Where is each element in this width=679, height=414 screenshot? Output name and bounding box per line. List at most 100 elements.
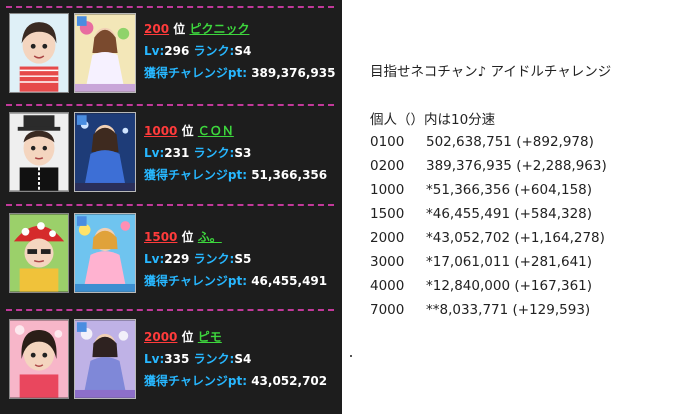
idol-card[interactable] [74,213,136,293]
border-points: *51,366,356 [426,182,511,198]
entry-info: 1500 位 ふ。 Lv:229 ランク:S5 獲得チャレンジpt: 46,45… [144,226,327,292]
rank-number[interactable]: 200 [144,22,169,36]
producer-avatar[interactable] [9,13,69,93]
rank-suffix: 位 [173,22,186,36]
points-value: 43,052,702 [251,374,328,388]
rank-class-label: ランク: [193,252,235,266]
points-label: 獲得チャレンジpt: [144,374,248,388]
border-points: **8,033,771 [426,302,509,318]
divider [6,204,334,206]
divider [6,104,334,106]
entry-info: 200 位 ピクニック Lv:296 ランク:S4 獲得チャレンジpt: 389… [144,18,335,84]
border-rank: 4000 [370,278,405,294]
level-label: Lv: [144,146,165,160]
level-label: Lv: [144,44,165,58]
level-value: 229 [164,252,190,266]
border-rank: 0200 [370,158,405,174]
producer-name-link[interactable]: ピモ [198,330,222,344]
border-delta: (+1,164,278) [514,230,605,246]
border-row: 1000 *51,366,356 (+604,158) [370,182,592,198]
border-rank: 1500 [370,206,405,222]
idol-card[interactable] [74,319,136,399]
border-points: 389,376,935 [426,158,512,174]
producer-avatar-icon [10,14,68,92]
rank-class-label: ランク: [193,44,235,58]
ranking-entry: 1500 位 ふ。 Lv:229 ランク:S5 獲得チャレンジpt: 46,45… [0,211,342,307]
entry-info: 2000 位 ピモ Lv:335 ランク:S4 獲得チャレンジpt: 43,05… [144,326,327,392]
producer-avatar-icon [10,320,68,398]
border-row: 3000 *17,061,011 (+281,641) [370,254,592,270]
idol-card-icon [75,214,135,292]
rank-suffix: 位 [181,330,194,344]
producer-avatar-icon [10,214,68,292]
producer-avatar[interactable] [9,213,69,293]
rank-suffix: 位 [181,124,194,138]
producer-name-link[interactable]: ＣＯＮ [198,124,234,138]
border-row: 2000 *43,052,702 (+1,164,278) [370,230,605,246]
points-value: 389,376,935 [251,66,336,80]
idol-card[interactable] [74,13,136,93]
rank-class-label: ランク: [193,352,235,366]
border-row: 7000 **8,033,771 (+129,593) [370,302,590,318]
border-rank: 7000 [370,302,405,318]
border-delta: (+604,158) [514,182,593,198]
border-points: *46,455,491 [426,206,511,222]
level-value: 335 [164,352,190,366]
border-rank: 0100 [370,134,405,150]
points-label: 獲得チャレンジpt: [144,168,248,182]
idol-card[interactable] [74,112,136,192]
ranking-panel: 200 位 ピクニック Lv:296 ランク:S4 獲得チャレンジpt: 389… [0,0,342,414]
border-row: 0100 502,638,751 (+892,978) [370,134,594,150]
border-rank: 3000 [370,254,405,270]
divider [6,309,334,311]
event-title: 目指せネコチャン♪ アイドルチャレンジ [370,64,612,80]
stray-dot [350,355,352,357]
rank-class-value: S5 [234,252,252,266]
rank-class-value: S4 [234,44,252,58]
rank-suffix: 位 [181,230,194,244]
producer-name-link[interactable]: ピクニック [189,22,249,36]
border-delta: (+2,288,963) [516,158,607,174]
rank-number[interactable]: 2000 [144,330,177,344]
border-points: 502,638,751 [426,134,512,150]
level-value: 296 [164,44,190,58]
table-header: 個人（）内は10分速 [370,112,496,128]
level-label: Lv: [144,352,165,366]
producer-name-link[interactable]: ふ。 [198,230,222,244]
level-value: 231 [164,146,190,160]
divider [6,6,334,8]
points-label: 獲得チャレンジpt: [144,274,248,288]
idol-card-icon [75,14,135,92]
border-delta: (+129,593) [512,302,591,318]
border-rank: 2000 [370,230,405,246]
rank-class-value: S3 [234,146,252,160]
producer-avatar-icon [10,113,68,191]
border-rank: 1000 [370,182,405,198]
border-row: 1500 *46,455,491 (+584,328) [370,206,592,222]
rank-number[interactable]: 1000 [144,124,177,138]
border-points: *17,061,011 [426,254,511,270]
level-label: Lv: [144,252,165,266]
producer-avatar[interactable] [9,112,69,192]
border-row: 0200 389,376,935 (+2,288,963) [370,158,607,174]
border-delta: (+281,641) [514,254,593,270]
points-value: 51,366,356 [251,168,328,182]
border-delta: (+167,361) [514,278,593,294]
points-value: 46,455,491 [251,274,328,288]
idol-card-icon [75,113,135,191]
producer-avatar[interactable] [9,319,69,399]
idol-card-icon [75,320,135,398]
ranking-entry: 200 位 ピクニック Lv:296 ランク:S4 獲得チャレンジpt: 389… [0,10,342,106]
border-row: 4000 *12,840,000 (+167,361) [370,278,592,294]
border-delta: (+892,978) [516,134,594,150]
rank-class-value: S4 [234,352,252,366]
rank-number[interactable]: 1500 [144,230,177,244]
entry-info: 1000 位 ＣＯＮ Lv:231 ランク:S3 獲得チャレンジpt: 51,3… [144,120,327,186]
ranking-entry: 1000 位 ＣＯＮ Lv:231 ランク:S3 獲得チャレンジpt: 51,3… [0,110,342,206]
points-label: 獲得チャレンジpt: [144,66,248,80]
rank-class-label: ランク: [193,146,235,160]
border-points: *12,840,000 [426,278,511,294]
ranking-entry: 2000 位 ピモ Lv:335 ランク:S4 獲得チャレンジpt: 43,05… [0,316,342,412]
border-points: *43,052,702 [426,230,511,246]
border-delta: (+584,328) [514,206,593,222]
